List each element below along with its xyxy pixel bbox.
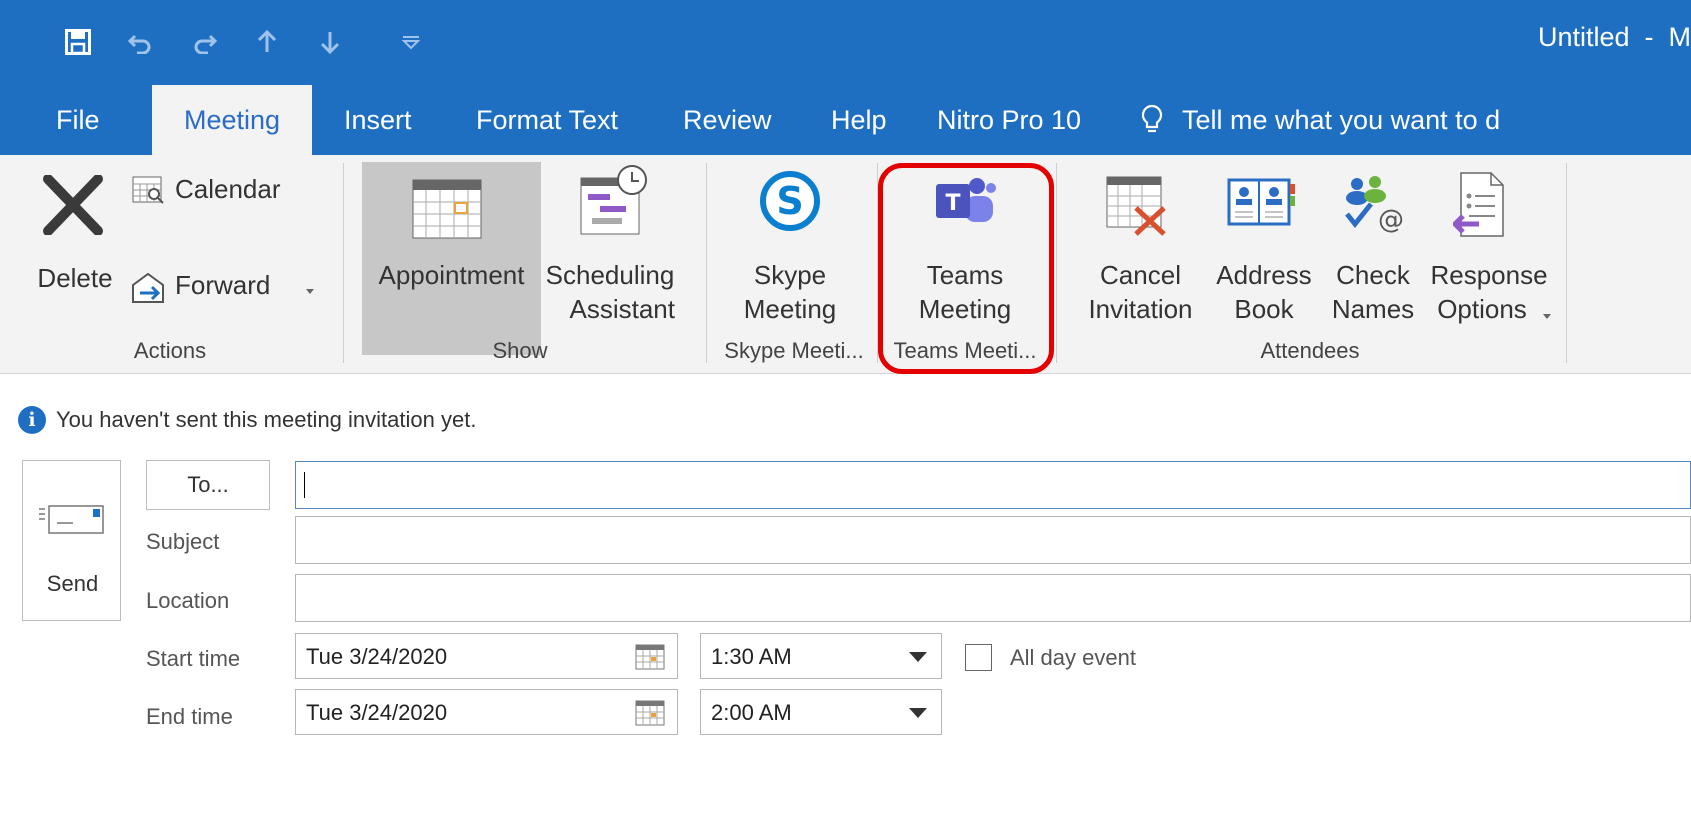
window-title: Untitled - M xyxy=(1537,22,1691,52)
group-separator xyxy=(706,163,707,363)
down-arrow-icon[interactable] xyxy=(318,20,342,64)
location-field[interactable] xyxy=(295,574,1691,622)
response-label-line2: Options xyxy=(1437,294,1527,324)
skype-label-line1: Skype xyxy=(753,260,827,290)
to-field[interactable] xyxy=(295,461,1691,509)
appointment-icon xyxy=(412,179,484,246)
check-names-button[interactable]: @ Check Names xyxy=(1323,162,1423,342)
start-time-label: Start time xyxy=(146,646,241,671)
send-label: Send xyxy=(46,571,99,596)
subject-field[interactable] xyxy=(295,516,1691,564)
address-book-icon xyxy=(1227,178,1297,233)
tab-format-text[interactable]: Format Text xyxy=(476,85,618,155)
to-button[interactable]: To... xyxy=(146,460,270,510)
tab-insert[interactable]: Insert xyxy=(344,85,412,155)
cancel-invitation-button[interactable]: Cancel Invitation xyxy=(1078,162,1203,342)
group-separator xyxy=(343,163,344,363)
cancel-label-line1: Cancel xyxy=(1100,260,1181,290)
envelope-icon xyxy=(39,505,107,540)
lightbulb-icon xyxy=(1140,104,1164,136)
scheduling-label-line2: Assistant xyxy=(569,294,676,324)
teams-meeting-highlight xyxy=(878,163,1054,374)
tab-help[interactable]: Help xyxy=(831,85,887,155)
svg-text:@: @ xyxy=(1378,205,1404,235)
delete-button[interactable]: Delete xyxy=(30,165,120,335)
start-date-picker[interactable]: Tue 3/24/2020 xyxy=(295,633,678,679)
start-time-dropdown[interactable]: 1:30 AM xyxy=(700,633,942,679)
info-bar: i You haven't sent this meeting invitati… xyxy=(18,402,476,438)
check-names-icon: @ xyxy=(1341,174,1407,241)
forward-label: Forward xyxy=(175,270,271,300)
cancel-invitation-icon xyxy=(1106,176,1170,243)
skype-meeting-button[interactable]: S Skype Meeting xyxy=(715,162,865,342)
calendar-button[interactable]: Calendar xyxy=(132,170,292,210)
save-icon[interactable] xyxy=(62,20,94,64)
group-label-attendees: Attendees xyxy=(1260,338,1360,363)
customize-dropdown-icon[interactable] xyxy=(400,20,422,64)
response-options-button[interactable]: Response Options xyxy=(1423,162,1555,342)
ribbon-tabs: File Meeting Insert Format Text Review H… xyxy=(0,85,1691,155)
svg-text:S: S xyxy=(776,179,803,223)
end-time-dropdown[interactable]: 2:00 AM xyxy=(700,689,942,735)
send-button[interactable]: Send xyxy=(22,460,121,621)
scheduling-assistant-button[interactable]: Scheduling Assistant xyxy=(540,162,680,342)
scheduling-assistant-icon xyxy=(580,164,650,241)
skype-label-line2: Meeting xyxy=(743,294,837,324)
tell-me-search[interactable]: Tell me what you want to d xyxy=(1140,85,1500,155)
appointment-label: Appointment xyxy=(378,260,525,290)
check-label-line1: Check xyxy=(1336,260,1410,290)
ribbon: Delete Calendar Forward Actions Appointm… xyxy=(0,155,1691,374)
skype-icon: S xyxy=(755,169,825,238)
calendar-picker-icon[interactable] xyxy=(635,644,665,675)
undo-icon[interactable] xyxy=(125,20,155,64)
info-message: You haven't sent this meeting invitation… xyxy=(56,407,477,432)
all-day-checkbox[interactable] xyxy=(965,644,992,671)
tab-nitro-pro[interactable]: Nitro Pro 10 xyxy=(937,85,1081,155)
redo-icon[interactable] xyxy=(190,20,220,64)
group-label-show: Show xyxy=(492,338,548,363)
cancel-label-line2: Invitation xyxy=(1088,294,1193,324)
start-time-value: 1:30 AM xyxy=(711,644,792,669)
tab-file[interactable]: File xyxy=(56,85,100,155)
response-options-dropdown-icon[interactable] xyxy=(1542,308,1552,326)
forward-icon xyxy=(130,269,170,310)
end-time-value: 2:00 AM xyxy=(711,700,792,725)
title-bar: Untitled - M xyxy=(0,0,1691,85)
address-label-line1: Address xyxy=(1216,260,1312,290)
group-label-skype: Skype Meeti... xyxy=(724,338,864,363)
up-arrow-icon[interactable] xyxy=(255,20,279,64)
response-label-line1: Response xyxy=(1430,260,1548,290)
response-options-icon xyxy=(1451,172,1509,243)
forward-button[interactable]: Forward xyxy=(130,265,320,309)
end-date-value: Tue 3/24/2020 xyxy=(306,700,448,725)
tab-meeting[interactable]: Meeting xyxy=(152,85,312,155)
delete-label: Delete xyxy=(37,263,113,293)
forward-dropdown-icon[interactable] xyxy=(305,283,315,301)
address-book-button[interactable]: Address Book xyxy=(1205,162,1323,342)
group-separator xyxy=(1566,163,1567,363)
subject-label: Subject xyxy=(146,529,220,554)
delete-icon xyxy=(42,174,104,240)
info-icon: i xyxy=(18,406,46,434)
text-caret xyxy=(304,472,305,498)
scheduling-label-line1: Scheduling xyxy=(545,260,675,290)
start-date-value: Tue 3/24/2020 xyxy=(306,644,448,669)
check-label-line2: Names xyxy=(1331,294,1415,324)
all-day-label: All day event xyxy=(1010,645,1136,670)
group-label-actions: Actions xyxy=(133,338,207,363)
location-label: Location xyxy=(146,588,230,613)
chevron-down-icon[interactable] xyxy=(909,652,927,662)
group-separator xyxy=(1056,163,1057,363)
address-label-line2: Book xyxy=(1234,294,1294,324)
tab-review[interactable]: Review xyxy=(683,85,772,155)
appointment-button[interactable]: Appointment xyxy=(362,162,541,355)
calendar-label: Calendar xyxy=(175,174,281,204)
calendar-picker-icon[interactable] xyxy=(635,700,665,731)
chevron-down-icon[interactable] xyxy=(909,708,927,718)
calendar-icon xyxy=(132,176,166,209)
tell-me-text: Tell me what you want to d xyxy=(1182,104,1501,135)
end-date-picker[interactable]: Tue 3/24/2020 xyxy=(295,689,678,735)
end-time-label: End time xyxy=(146,704,233,729)
